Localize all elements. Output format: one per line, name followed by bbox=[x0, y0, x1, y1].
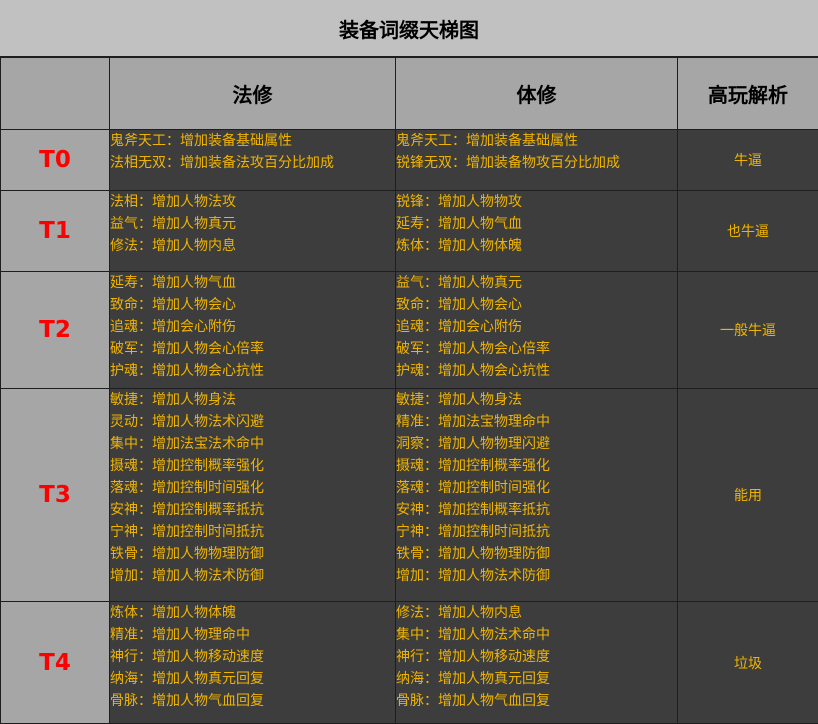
tier-label: T2 bbox=[1, 272, 110, 389]
affix-line: 致命：增加人物会心 bbox=[110, 294, 395, 316]
tier-row: T2延寿：增加人物气血致命：增加人物会心追魂：增加会心附伤破军：增加人物会心倍率… bbox=[1, 272, 818, 389]
affix-line: 锐锋无双：增加装备物攻百分比加成 bbox=[396, 152, 677, 174]
tier-label: T4 bbox=[1, 602, 110, 724]
affix-line: 修法：增加人物内息 bbox=[396, 602, 677, 624]
affix-line: 修法：增加人物内息 bbox=[110, 235, 395, 257]
affix-line: 法相：增加人物法攻 bbox=[110, 191, 395, 213]
affix-line: 摄魂：增加控制概率强化 bbox=[110, 455, 395, 477]
header-corner-cell bbox=[1, 58, 110, 130]
affix-line: 增加：增加人物法术防御 bbox=[396, 565, 677, 587]
affix-line: 破军：增加人物会心倍率 bbox=[396, 338, 677, 360]
affix-line: 骨脉：增加人物气血回复 bbox=[396, 690, 677, 712]
affix-line: 安神：增加控制概率抵抗 bbox=[396, 499, 677, 521]
magic-affix-cell: 鬼斧天工：增加装备基础属性法相无双：增加装备法攻百分比加成 bbox=[110, 130, 396, 191]
tier-row: T3敏捷：增加人物身法灵动：增加人物法术闪避集中：增加法宝法术命中摄魂：增加控制… bbox=[1, 389, 818, 602]
tier-verdict: 垃圾 bbox=[678, 602, 818, 724]
header-body-cultivator: 体修 bbox=[396, 58, 678, 130]
affix-line: 骨脉：增加人物气血回复 bbox=[110, 690, 395, 712]
affix-line: 精准：增加法宝物理命中 bbox=[396, 411, 677, 433]
affix-line: 炼体：增加人物体魄 bbox=[110, 602, 395, 624]
tier-label: T0 bbox=[1, 130, 110, 191]
affix-line: 增加：增加人物法术防御 bbox=[110, 565, 395, 587]
affix-line: 致命：增加人物会心 bbox=[396, 294, 677, 316]
affix-line: 纳海：增加人物真元回复 bbox=[396, 668, 677, 690]
affix-line: 铁骨：增加人物物理防御 bbox=[110, 543, 395, 565]
tier-list-sheet: 装备词缀天梯图 法修 体修 高玩解析 T0鬼斧天工：增加装备基础属性法相无双：增… bbox=[0, 0, 818, 723]
sheet-title: 装备词缀天梯图 bbox=[0, 0, 818, 57]
tier-verdict: 一般牛逼 bbox=[678, 272, 818, 389]
tier-table: 法修 体修 高玩解析 T0鬼斧天工：增加装备基础属性法相无双：增加装备法攻百分比… bbox=[0, 57, 818, 724]
affix-line: 益气：增加人物真元 bbox=[110, 213, 395, 235]
body-affix-cell: 益气：增加人物真元致命：增加人物会心追魂：增加会心附伤破军：增加人物会心倍率护魂… bbox=[396, 272, 678, 389]
affix-line: 铁骨：增加人物物理防御 bbox=[396, 543, 677, 565]
affix-line: 益气：增加人物真元 bbox=[396, 272, 677, 294]
affix-line: 安神：增加控制概率抵抗 bbox=[110, 499, 395, 521]
affix-line: 精准：增加人物理命中 bbox=[110, 624, 395, 646]
magic-affix-cell: 延寿：增加人物气血致命：增加人物会心追魂：增加会心附伤破军：增加人物会心倍率护魂… bbox=[110, 272, 396, 389]
tier-label: T3 bbox=[1, 389, 110, 602]
body-affix-cell: 敏捷：增加人物身法精准：增加法宝物理命中洞察：增加人物物理闪避摄魂：增加控制概率… bbox=[396, 389, 678, 602]
affix-line: 敏捷：增加人物身法 bbox=[396, 389, 677, 411]
affix-line: 摄魂：增加控制概率强化 bbox=[396, 455, 677, 477]
affix-line: 宁神：增加控制时间抵抗 bbox=[110, 521, 395, 543]
affix-line: 护魂：增加人物会心抗性 bbox=[110, 360, 395, 382]
affix-line: 宁神：增加控制时间抵抗 bbox=[396, 521, 677, 543]
header-row: 法修 体修 高玩解析 bbox=[1, 58, 818, 130]
affix-line: 鬼斧天工：增加装备基础属性 bbox=[110, 130, 395, 152]
body-affix-cell: 修法：增加人物内息集中：增加人物法术命中神行：增加人物移动速度纳海：增加人物真元… bbox=[396, 602, 678, 724]
tier-verdict: 牛逼 bbox=[678, 130, 818, 191]
affix-line: 炼体：增加人物体魄 bbox=[396, 235, 677, 257]
affix-line: 延寿：增加人物气血 bbox=[110, 272, 395, 294]
affix-line: 神行：增加人物移动速度 bbox=[396, 646, 677, 668]
affix-line: 落魂：增加控制时间强化 bbox=[396, 477, 677, 499]
affix-line: 鬼斧天工：增加装备基础属性 bbox=[396, 130, 677, 152]
affix-line: 护魂：增加人物会心抗性 bbox=[396, 360, 677, 382]
tier-row: T0鬼斧天工：增加装备基础属性法相无双：增加装备法攻百分比加成鬼斧天工：增加装备… bbox=[1, 130, 818, 191]
magic-affix-cell: 敏捷：增加人物身法灵动：增加人物法术闪避集中：增加法宝法术命中摄魂：增加控制概率… bbox=[110, 389, 396, 602]
tier-label: T1 bbox=[1, 191, 110, 272]
tier-row: T1法相：增加人物法攻益气：增加人物真元修法：增加人物内息锐锋：增加人物物攻延寿… bbox=[1, 191, 818, 272]
affix-line: 神行：增加人物移动速度 bbox=[110, 646, 395, 668]
body-affix-cell: 锐锋：增加人物物攻延寿：增加人物气血炼体：增加人物体魄 bbox=[396, 191, 678, 272]
affix-line: 洞察：增加人物物理闪避 bbox=[396, 433, 677, 455]
affix-line: 集中：增加人物法术命中 bbox=[396, 624, 677, 646]
affix-line: 锐锋：增加人物物攻 bbox=[396, 191, 677, 213]
affix-line: 纳海：增加人物真元回复 bbox=[110, 668, 395, 690]
header-magic-cultivator: 法修 bbox=[110, 58, 396, 130]
affix-line: 追魂：增加会心附伤 bbox=[110, 316, 395, 338]
magic-affix-cell: 法相：增加人物法攻益气：增加人物真元修法：增加人物内息 bbox=[110, 191, 396, 272]
affix-line: 破军：增加人物会心倍率 bbox=[110, 338, 395, 360]
affix-line: 追魂：增加会心附伤 bbox=[396, 316, 677, 338]
tier-verdict: 能用 bbox=[678, 389, 818, 602]
affix-line: 灵动：增加人物法术闪避 bbox=[110, 411, 395, 433]
tier-row: T4炼体：增加人物体魄精准：增加人物理命中神行：增加人物移动速度纳海：增加人物真… bbox=[1, 602, 818, 724]
affix-line: 集中：增加法宝法术命中 bbox=[110, 433, 395, 455]
body-affix-cell: 鬼斧天工：增加装备基础属性锐锋无双：增加装备物攻百分比加成 bbox=[396, 130, 678, 191]
affix-line: 敏捷：增加人物身法 bbox=[110, 389, 395, 411]
affix-line: 法相无双：增加装备法攻百分比加成 bbox=[110, 152, 395, 174]
tier-verdict: 也牛逼 bbox=[678, 191, 818, 272]
affix-line: 延寿：增加人物气血 bbox=[396, 213, 677, 235]
header-expert-analysis: 高玩解析 bbox=[678, 58, 818, 130]
affix-line: 落魂：增加控制时间强化 bbox=[110, 477, 395, 499]
magic-affix-cell: 炼体：增加人物体魄精准：增加人物理命中神行：增加人物移动速度纳海：增加人物真元回… bbox=[110, 602, 396, 724]
